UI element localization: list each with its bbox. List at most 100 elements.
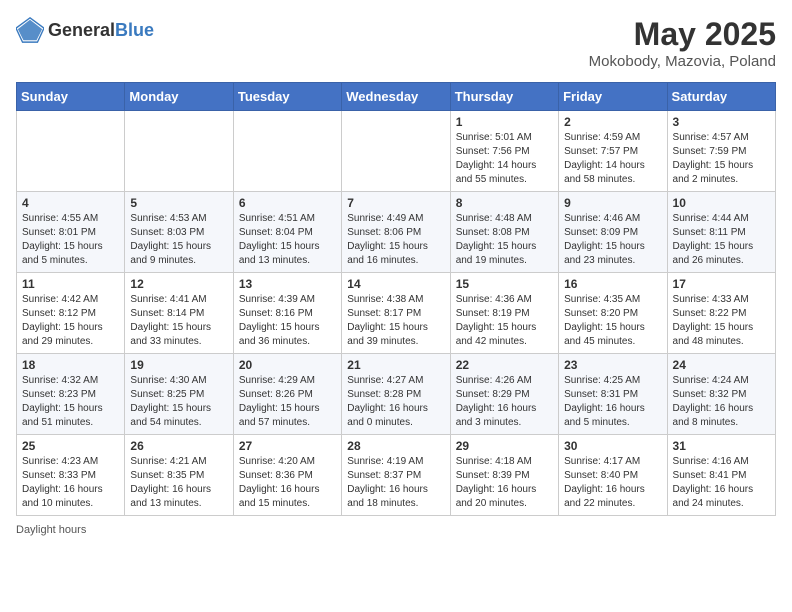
day-number: 24 — [673, 358, 770, 372]
title-block: May 2025 Mokobody, Mazovia, Poland — [589, 16, 776, 70]
day-number: 22 — [456, 358, 553, 372]
day-number: 20 — [239, 358, 336, 372]
calendar-cell: 24 Sunrise: 4:24 AMSunset: 8:32 PMDayligh… — [667, 354, 775, 435]
day-number: 9 — [564, 196, 661, 210]
day-info: Sunrise: 4:53 AMSunset: 8:03 PMDaylight:… — [130, 212, 227, 268]
day-number: 12 — [130, 277, 227, 291]
calendar-cell: 17Sunrise: 4:33 AMSunset: 8:22 PMDayligh… — [667, 273, 775, 354]
day-info: Sunrise: 4:19 AMSunset: 8:37 PMDaylight:… — [347, 455, 444, 511]
calendar-cell: 21Sunrise: 4:27 AMSunset: 8:28 PMDayligh… — [342, 354, 450, 435]
day-info: Sunrise: 4:23 AMSunset: 8:33 PMDaylight:… — [22, 455, 119, 511]
calendar-cell: 1Sunrise: 5:01 AMSunset: 7:56 PMDaylight… — [450, 111, 558, 192]
weekday-header-monday: Monday — [125, 83, 233, 111]
day-info: Sunrise: 4:18 AMSunset: 8:39 PMDaylight:… — [456, 455, 553, 511]
day-number: 11 — [22, 277, 119, 291]
day-number: 18 — [22, 358, 119, 372]
day-number: 8 — [456, 196, 553, 210]
calendar-cell — [125, 111, 233, 192]
day-number: 17 — [673, 277, 770, 291]
logo-general: General — [48, 20, 115, 40]
page-header: GeneralBlue May 2025 Mokobody, Mazovia, … — [16, 16, 776, 70]
calendar-cell — [342, 111, 450, 192]
logo-icon — [16, 16, 44, 44]
day-number: 13 — [239, 277, 336, 291]
day-number: 4 — [22, 196, 119, 210]
day-info: Sunrise: 4:24 AMSunset: 8:32 PMDaylight:… — [673, 374, 770, 430]
day-info: Sunrise: 4:16 AMSunset: 8:41 PMDaylight:… — [673, 455, 770, 511]
day-info: Sunrise: 4:42 AMSunset: 8:12 PMDaylight:… — [22, 293, 119, 349]
logo-text: GeneralBlue — [48, 20, 154, 41]
calendar-cell: 14Sunrise: 4:38 AMSunset: 8:17 PMDayligh… — [342, 273, 450, 354]
day-number: 16 — [564, 277, 661, 291]
calendar-cell: 4 Sunrise: 4:55 AMSunset: 8:01 PMDaylight… — [17, 192, 125, 273]
calendar-cell: 23 Sunrise: 4:25 AMSunset: 8:31 PMDayligh… — [559, 354, 667, 435]
calendar-cell: 13 Sunrise: 4:39 AMSunset: 8:16 PMDayligh… — [233, 273, 341, 354]
calendar-week-row: 18Sunrise: 4:32 AMSunset: 8:23 PMDayligh… — [17, 354, 776, 435]
day-number: 30 — [564, 439, 661, 453]
day-info: Sunrise: 4:44 AMSunset: 8:11 PMDaylight:… — [673, 212, 770, 268]
calendar-cell: 3Sunrise: 4:57 AMSunset: 7:59 PMDaylight… — [667, 111, 775, 192]
calendar-cell: 15Sunrise: 4:36 AMSunset: 8:19 PMDayligh… — [450, 273, 558, 354]
calendar-table: SundayMondayTuesdayWednesdayThursdayFrid… — [16, 82, 776, 516]
calendar-week-row: 1Sunrise: 5:01 AMSunset: 7:56 PMDaylight… — [17, 111, 776, 192]
day-number: 26 — [130, 439, 227, 453]
day-info: Sunrise: 4:38 AMSunset: 8:17 PMDaylight:… — [347, 293, 444, 349]
calendar-week-row: 4 Sunrise: 4:55 AMSunset: 8:01 PMDaylight… — [17, 192, 776, 273]
calendar-cell: 25 Sunrise: 4:23 AMSunset: 8:33 PMDayligh… — [17, 435, 125, 516]
day-number: 27 — [239, 439, 336, 453]
logo: GeneralBlue — [16, 16, 154, 44]
weekday-header-thursday: Thursday — [450, 83, 558, 111]
calendar-cell: 12 Sunrise: 4:41 AMSunset: 8:14 PMDayligh… — [125, 273, 233, 354]
day-info: Sunrise: 4:30 AMSunset: 8:25 PMDaylight:… — [130, 374, 227, 430]
calendar-cell: 30 Sunrise: 4:17 AMSunset: 8:40 PMDayligh… — [559, 435, 667, 516]
calendar-cell: 16 Sunrise: 4:35 AMSunset: 8:20 PMDayligh… — [559, 273, 667, 354]
day-number: 6 — [239, 196, 336, 210]
day-info: Sunrise: 4:25 AMSunset: 8:31 PMDaylight:… — [564, 374, 661, 430]
calendar-cell: 10 Sunrise: 4:44 AMSunset: 8:11 PMDayligh… — [667, 192, 775, 273]
calendar-week-row: 11 Sunrise: 4:42 AMSunset: 8:12 PMDayligh… — [17, 273, 776, 354]
calendar-cell: 7 Sunrise: 4:49 AMSunset: 8:06 PMDaylight… — [342, 192, 450, 273]
day-number: 19 — [130, 358, 227, 372]
weekday-header-wednesday: Wednesday — [342, 83, 450, 111]
calendar-cell: 6 Sunrise: 4:51 AMSunset: 8:04 PMDaylight… — [233, 192, 341, 273]
daylight-label: Daylight hours — [16, 524, 86, 536]
calendar-cell — [233, 111, 341, 192]
month-title: May 2025 — [589, 16, 776, 53]
day-number: 7 — [347, 196, 444, 210]
day-number: 23 — [564, 358, 661, 372]
calendar-cell: 26Sunrise: 4:21 AMSunset: 8:35 PMDayligh… — [125, 435, 233, 516]
day-info: Sunrise: 4:57 AMSunset: 7:59 PMDaylight:… — [673, 131, 770, 187]
day-info: Sunrise: 4:35 AMSunset: 8:20 PMDaylight:… — [564, 293, 661, 349]
calendar-cell: 20 Sunrise: 4:29 AMSunset: 8:26 PMDayligh… — [233, 354, 341, 435]
calendar-cell: 5 Sunrise: 4:53 AMSunset: 8:03 PMDaylight… — [125, 192, 233, 273]
day-info: Sunrise: 4:29 AMSunset: 8:26 PMDaylight:… — [239, 374, 336, 430]
calendar-cell: 28 Sunrise: 4:19 AMSunset: 8:37 PMDayligh… — [342, 435, 450, 516]
day-info: Sunrise: 4:55 AMSunset: 8:01 PMDaylight:… — [22, 212, 119, 268]
day-number: 5 — [130, 196, 227, 210]
day-number: 25 — [22, 439, 119, 453]
calendar-cell: 27 Sunrise: 4:20 AMSunset: 8:36 PMDayligh… — [233, 435, 341, 516]
day-info: Sunrise: 4:46 AMSunset: 8:09 PMDaylight:… — [564, 212, 661, 268]
calendar-cell: 29Sunrise: 4:18 AMSunset: 8:39 PMDayligh… — [450, 435, 558, 516]
footer: Daylight hours — [16, 524, 776, 536]
day-info: Sunrise: 4:49 AMSunset: 8:06 PMDaylight:… — [347, 212, 444, 268]
calendar-cell: 22 Sunrise: 4:26 AMSunset: 8:29 PMDayligh… — [450, 354, 558, 435]
day-info: Sunrise: 5:01 AMSunset: 7:56 PMDaylight:… — [456, 131, 553, 187]
day-info: Sunrise: 4:36 AMSunset: 8:19 PMDaylight:… — [456, 293, 553, 349]
day-info: Sunrise: 4:59 AMSunset: 7:57 PMDaylight:… — [564, 131, 661, 187]
weekday-header-row: SundayMondayTuesdayWednesdayThursdayFrid… — [17, 83, 776, 111]
weekday-header-tuesday: Tuesday — [233, 83, 341, 111]
day-info: Sunrise: 4:27 AMSunset: 8:28 PMDaylight:… — [347, 374, 444, 430]
day-info: Sunrise: 4:51 AMSunset: 8:04 PMDaylight:… — [239, 212, 336, 268]
day-number: 28 — [347, 439, 444, 453]
day-info: Sunrise: 4:39 AMSunset: 8:16 PMDaylight:… — [239, 293, 336, 349]
day-number: 2 — [564, 115, 661, 129]
weekday-header-friday: Friday — [559, 83, 667, 111]
calendar-cell: 31Sunrise: 4:16 AMSunset: 8:41 PMDayligh… — [667, 435, 775, 516]
day-info: Sunrise: 4:17 AMSunset: 8:40 PMDaylight:… — [564, 455, 661, 511]
day-info: Sunrise: 4:26 AMSunset: 8:29 PMDaylight:… — [456, 374, 553, 430]
day-info: Sunrise: 4:41 AMSunset: 8:14 PMDaylight:… — [130, 293, 227, 349]
day-number: 10 — [673, 196, 770, 210]
day-info: Sunrise: 4:20 AMSunset: 8:36 PMDaylight:… — [239, 455, 336, 511]
weekday-header-saturday: Saturday — [667, 83, 775, 111]
